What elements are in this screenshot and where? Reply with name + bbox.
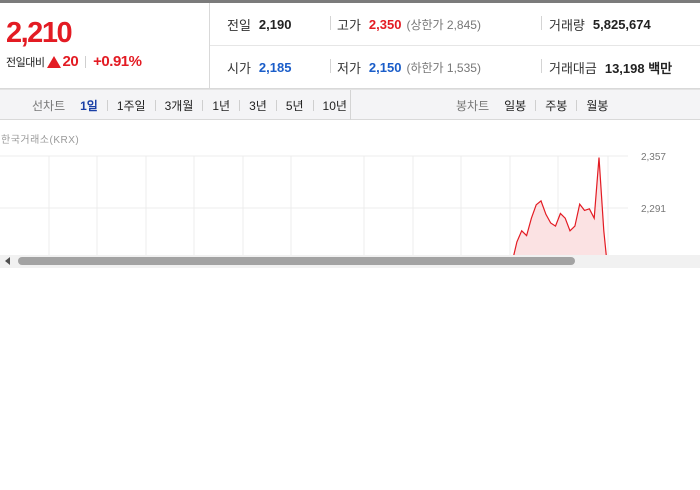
- stat-trade-value: 거래대금 13,198 백만: [549, 46, 672, 89]
- price-summary: 2,210 전일대비 20 +0.91% 전일 2,190 고가 2,350 (…: [0, 3, 700, 89]
- candle-chart-title: 봉차트: [456, 98, 490, 113]
- price-area: [502, 157, 609, 255]
- stat-label: 고가: [337, 18, 361, 33]
- scroll-left-arrow-icon[interactable]: [5, 257, 10, 265]
- stat-divider: [330, 59, 331, 73]
- stats-row-2: 시가 2,185 저가 2,150 (하한가 1,535) 거래대금 13,19…: [210, 46, 700, 89]
- chart-scrollbar[interactable]: [0, 255, 700, 268]
- stat-value: 13,198 백만: [604, 61, 673, 76]
- stat-label: 시가: [227, 61, 251, 76]
- current-price-box: 2,210 전일대비 20 +0.91%: [0, 3, 210, 89]
- chart-source: 한국거래소(KRX): [1, 135, 80, 146]
- tab-1d[interactable]: 1일: [78, 97, 100, 114]
- stats-table: 전일 2,190 고가 2,350 (상한가 2,845) 거래량 5,825,…: [210, 3, 700, 89]
- y-tick-label: 2,357: [641, 152, 666, 163]
- change-rate: +0.91%: [93, 53, 142, 70]
- change-row: 전일대비 20 +0.91%: [6, 53, 142, 70]
- stats-row-1: 전일 2,190 고가 2,350 (상한가 2,845) 거래량 5,825,…: [210, 3, 700, 46]
- tab-daily-candle[interactable]: 일봉: [502, 97, 528, 114]
- change-divider: [85, 55, 87, 68]
- stat-open: 시가 2,185: [227, 46, 291, 89]
- tab-weekly-candle[interactable]: 주봉: [543, 97, 569, 114]
- tab-divider: [202, 99, 204, 111]
- price-chart-svg: 2,3572,2912,225: [0, 152, 666, 255]
- stat-label: 거래대금: [549, 61, 597, 76]
- stat-label: 거래량: [549, 18, 585, 33]
- tab-divider: [312, 99, 314, 111]
- stat-prev-close: 전일 2,190: [227, 3, 291, 46]
- stat-label: 저가: [337, 61, 361, 76]
- stat-value: 2,190: [258, 17, 292, 32]
- lower-limit-note: (하한가 1,535): [406, 61, 481, 75]
- upper-limit-note: (상한가 2,845): [406, 18, 481, 32]
- tab-divider: [154, 99, 156, 111]
- tab-divider: [535, 99, 537, 111]
- stat-divider: [541, 16, 542, 30]
- tab-divider: [275, 99, 277, 111]
- y-tick-label: 2,291: [641, 204, 666, 215]
- tab-monthly-candle[interactable]: 월봉: [584, 97, 610, 114]
- current-price: 2,210: [6, 17, 73, 49]
- stat-high: 고가 2,350 (상한가 2,845): [337, 3, 481, 46]
- stat-label: 전일: [227, 18, 251, 33]
- stat-volume: 거래량 5,825,674: [549, 3, 651, 46]
- change-label: 전일대비: [6, 56, 45, 69]
- tab-10y[interactable]: 10년: [321, 97, 349, 114]
- candle-chart-tabs: 봉차트 일봉 주봉 월봉: [456, 90, 610, 120]
- tab-1y[interactable]: 1년: [210, 97, 232, 114]
- stat-value: 2,150: [368, 60, 402, 75]
- tab-divider: [576, 99, 578, 111]
- stat-divider: [330, 16, 331, 30]
- tab-5y[interactable]: 5년: [284, 97, 306, 114]
- tab-3m[interactable]: 3개월: [163, 97, 196, 114]
- tabbar-divider: [350, 90, 351, 120]
- stat-low: 저가 2,150 (하한가 1,535): [337, 46, 481, 89]
- line-chart-tabs: 선차트 1일 1주일 3개월 1년 3년 5년 10년: [32, 90, 349, 120]
- tab-1w[interactable]: 1주일: [115, 97, 148, 114]
- line-chart-title: 선차트: [32, 98, 66, 113]
- tab-divider: [239, 99, 241, 111]
- scroll-thumb[interactable]: [18, 257, 575, 265]
- chart-period-tabs: 선차트 1일 1주일 3개월 1년 3년 5년 10년 봉차트 일봉 주봉 월봉: [0, 89, 700, 120]
- up-arrow-icon: [47, 55, 62, 68]
- tab-divider: [106, 99, 108, 111]
- tab-3y[interactable]: 3년: [247, 97, 269, 114]
- price-chart: 2,3572,2912,225 한국거래소(KRX): [0, 121, 700, 255]
- stat-value: 2,185: [258, 60, 292, 75]
- stat-value: 5,825,674: [592, 17, 651, 32]
- stat-value: 2,350: [368, 17, 402, 32]
- change-value: 20: [62, 53, 79, 70]
- stat-divider: [541, 59, 542, 73]
